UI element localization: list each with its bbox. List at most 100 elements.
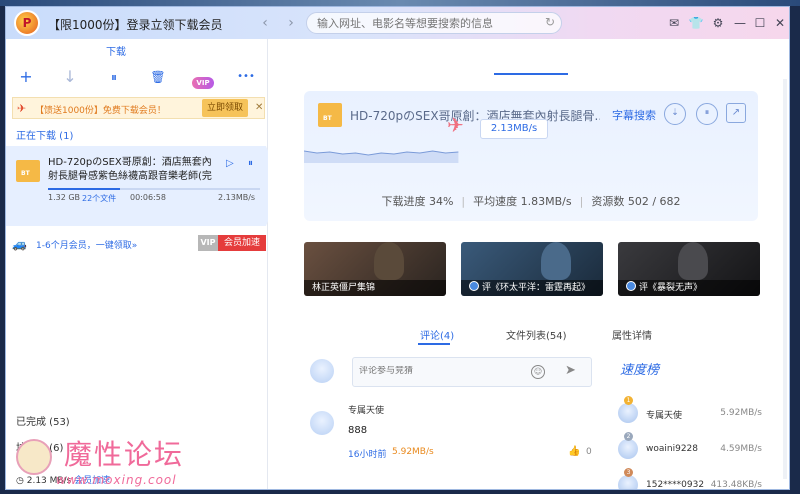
bt-file-icon: BT <box>16 160 40 182</box>
maximize-icon[interactable]: ☐ <box>752 15 768 31</box>
send-icon[interactable]: ➤ <box>565 363 576 378</box>
comment-input[interactable] <box>359 366 529 376</box>
card-bt-icon: BT <box>318 103 342 127</box>
mail-icon[interactable]: ✉ <box>666 15 682 31</box>
download-size: 1.32 GB <box>48 193 81 202</box>
forward-icon[interactable]: › <box>282 14 300 32</box>
rank-speed: 5.92MB/s <box>720 408 762 418</box>
gold-medal-icon: 1 <box>624 396 633 405</box>
current-speed: 2.13MB/s <box>480 119 548 139</box>
vip-tag: VIP <box>198 235 218 251</box>
progress-stat: 下载进度 34% <box>381 195 454 208</box>
share-icon[interactable]: ↗ <box>726 103 746 123</box>
download-panel: 下载 + ↓ ⏸ 🗑 ••• VIP ✈ 【馈送1000份】免费下载会员！ 立即… <box>6 39 282 489</box>
back-icon[interactable]: ‹ <box>256 14 274 32</box>
mascot-icon <box>16 439 52 475</box>
close-icon[interactable]: ✕ <box>772 15 788 31</box>
card-title: HD-720pのSEX哥原創：酒店無套內射長腿骨... <box>350 109 600 123</box>
play-icon[interactable]: ▷ <box>226 158 234 169</box>
title-bar: P 【限1000份】登录立领下载会员 ‹ › ↻ ✉ 👕 ⚙ — ☐ ✕ <box>6 7 789 39</box>
download-icon[interactable]: ↓ <box>60 67 80 87</box>
search-box[interactable]: ↻ <box>306 12 562 34</box>
thumb-jiangshi[interactable]: 林正英僵尸集锦 <box>304 242 446 296</box>
avg-speed-stat: 平均速度 1.83MB/s <box>473 195 572 208</box>
app-logo[interactable]: P <box>14 10 40 36</box>
plane-icon: ✈ <box>17 102 27 115</box>
promo-text: 【馈送1000份】免费下载会员！ <box>35 106 166 116</box>
bt-label: BT <box>21 170 30 177</box>
watermark-url: www.moxing.cool <box>56 473 177 487</box>
rank-speed: 413.48KB/s <box>710 480 762 490</box>
emoji-icon[interactable]: ☺ <box>531 365 545 379</box>
my-avatar <box>310 359 334 383</box>
resources-stat: 资源数 502 / 682 <box>591 195 681 208</box>
completed-section[interactable]: 已完成 (53) <box>16 413 70 428</box>
skin-icon[interactable]: 👕 <box>688 15 704 31</box>
pause-icon[interactable]: ⏸ <box>104 67 124 87</box>
thumb-pacific-rim[interactable]: 评《环太平洋：雷霆再起》 <box>461 242 603 296</box>
tab-comments[interactable]: 评论(4) <box>420 327 454 342</box>
thumb-baolie[interactable]: 评《暴裂无声》 <box>618 242 760 296</box>
thumb-caption: 评《环太平洋：雷霆再起》 <box>461 280 603 296</box>
download-files[interactable]: 22个文件 <box>82 193 116 204</box>
card-bt-label: BT <box>323 115 332 122</box>
tab-download[interactable]: 下载 <box>106 43 126 58</box>
download-item[interactable]: BT HD-720pのSEX哥原創：酒店無套內射長腿骨感紫色絲襪高跟音樂老師(完… <box>6 146 282 226</box>
scrollbar[interactable] <box>783 79 787 479</box>
avatar <box>618 439 638 459</box>
card-pause-icon[interactable]: ⏸ <box>696 103 718 125</box>
tab-properties[interactable]: 属性详情 <box>612 327 652 342</box>
member-accel-button[interactable]: 会员加速 <box>218 235 266 251</box>
rank-row[interactable]: 1 专属天使 5.92MB/s <box>618 396 768 423</box>
minimize-icon[interactable]: — <box>732 15 748 31</box>
promo-banner: ✈ 【馈送1000份】免费下载会员！ 立即领取 ✕ <box>12 97 265 119</box>
rank-name: 152****0932 <box>646 480 705 490</box>
video-thumbnails: 林正英僵尸集锦 评《环太平洋：雷霆再起》 评《暴裂无声》 <box>304 242 764 298</box>
forum-watermark: 魔性论坛 www.moxing.cool <box>16 429 231 489</box>
bronze-medal-icon: 3 <box>624 468 633 477</box>
speed-ranking-title: 速度榜 <box>620 363 660 378</box>
thumb-caption: 林正英僵尸集锦 <box>304 280 446 296</box>
silver-medal-icon: 2 <box>624 432 633 441</box>
download-title: HD-720pのSEX哥原創：酒店無套內射長腿骨感紫色絲襪高跟音樂老師(完整..… <box>48 157 212 182</box>
comment-speed: 5.92MB/s <box>392 447 434 457</box>
add-icon[interactable]: + <box>16 67 36 87</box>
rank-row[interactable]: 3 152****0932 413.48KB/s <box>618 468 768 490</box>
car-icon: 🚙 <box>12 237 27 251</box>
comment-time: 16小时前 <box>348 450 387 460</box>
promo-close-icon[interactable]: ✕ <box>255 102 263 113</box>
card-download-icon[interactable]: ⇣ <box>664 103 686 125</box>
app-window: P 【限1000份】登录立领下载会员 ‹ › ↻ ✉ 👕 ⚙ — ☐ ✕ 下载 … <box>5 6 790 490</box>
download-speed: 2.13MB/s <box>218 193 256 202</box>
claim-button[interactable]: 立即领取 <box>202 99 248 117</box>
delete-icon[interactable]: 🗑 <box>148 67 168 87</box>
item-pause-icon[interactable]: ⏸ <box>248 158 253 169</box>
tab-files[interactable]: 文件列表(54) <box>506 327 567 342</box>
member-link[interactable]: 1-6个月会员，一键领取» <box>36 238 137 251</box>
commenter-avatar[interactable] <box>310 411 334 435</box>
vip-icon[interactable]: VIP <box>192 77 214 89</box>
subtitle-search-link[interactable]: 字幕搜索 <box>612 107 656 123</box>
commenter-name[interactable]: 专属天使 <box>348 403 384 416</box>
watermark-title: 魔性论坛 <box>64 438 185 471</box>
download-eta: 00:06:58 <box>130 193 166 202</box>
download-toolbar: + ↓ ⏸ 🗑 ••• <box>6 63 268 91</box>
settings-icon[interactable]: ⚙ <box>710 15 726 31</box>
download-progress <box>48 188 260 190</box>
refresh-icon[interactable]: ↻ <box>545 15 555 29</box>
promo-title[interactable]: 【限1000份】登录立领下载会员 <box>48 16 223 33</box>
comment-body: 888 <box>348 425 368 436</box>
more-icon[interactable]: ••• <box>236 67 256 87</box>
comment-box[interactable]: ☺ ➤ <box>352 357 592 387</box>
like-icon[interactable]: 👍 <box>568 446 580 457</box>
downloading-section[interactable]: 正在下载 (1) <box>16 127 73 142</box>
detail-tabs: 评论(4) 文件列表(54) 属性详情 <box>268 327 789 347</box>
avatar <box>618 475 638 489</box>
download-detail-card: BT HD-720pのSEX哥原創：酒店無套內射長腿骨... 字幕搜索 ⇣ ⏸ … <box>304 91 758 221</box>
rank-name: woaini9228 <box>646 444 698 454</box>
card-stats: 下载进度 34% | 平均速度 1.83MB/s | 资源数 502 / 682 <box>381 195 681 208</box>
rank-row[interactable]: 2 woaini9228 4.59MB/s <box>618 432 768 459</box>
search-input[interactable] <box>317 15 537 31</box>
avatar <box>469 281 479 291</box>
rank-speed: 4.59MB/s <box>720 444 762 454</box>
